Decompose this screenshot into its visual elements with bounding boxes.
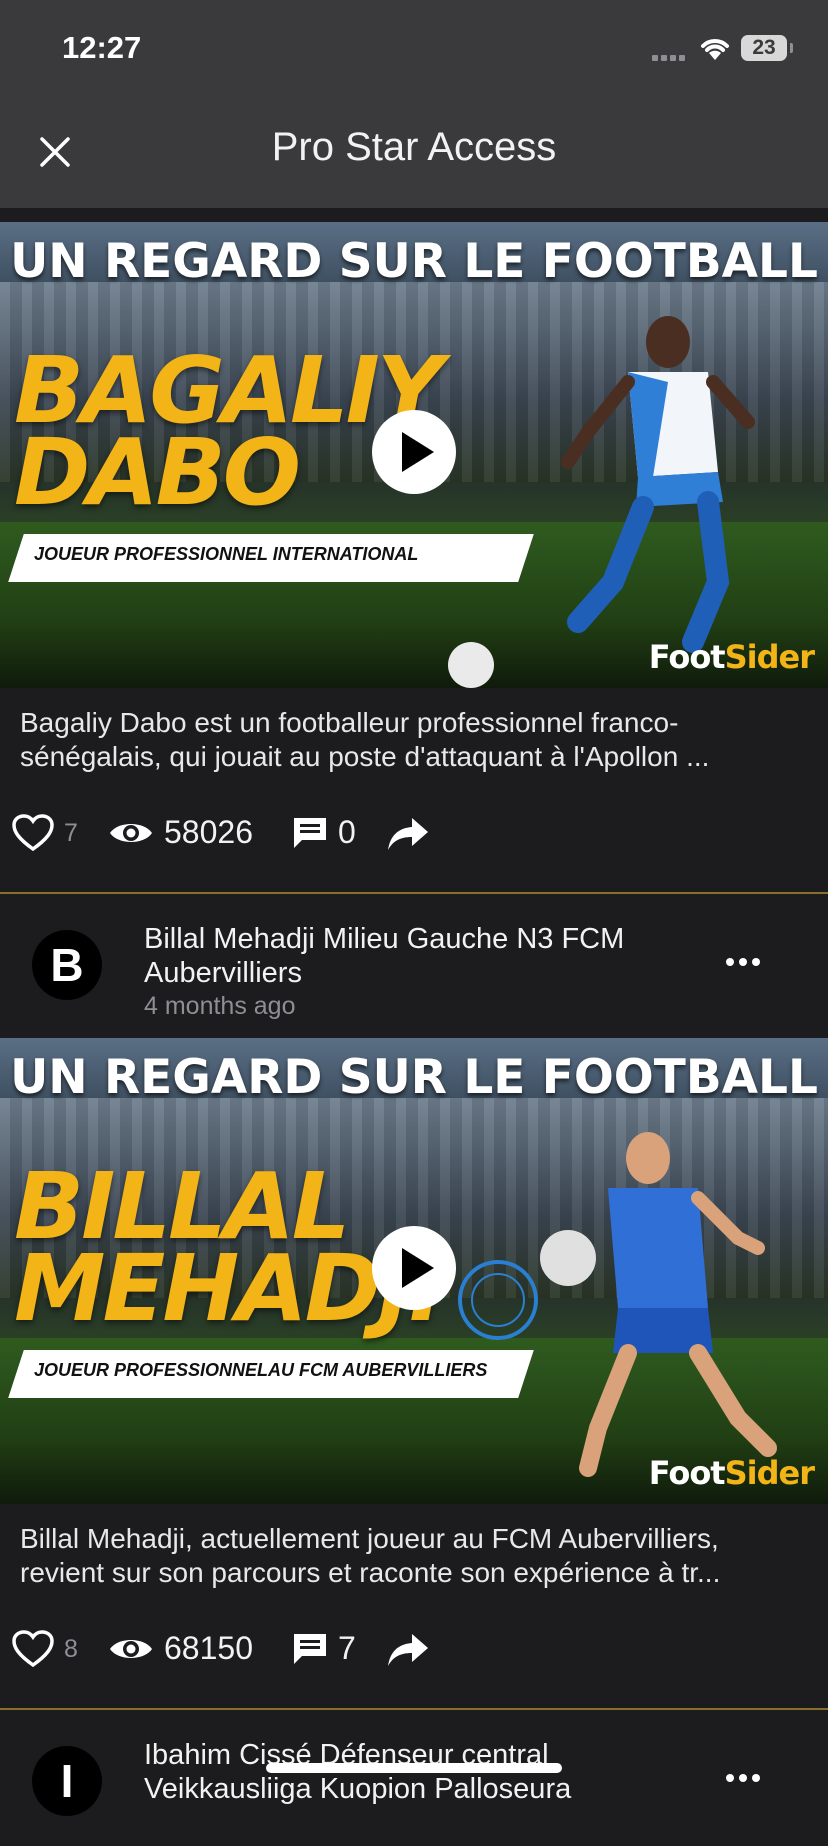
avatar[interactable]: I bbox=[32, 1746, 102, 1816]
post-description[interactable]: Bagaliy Dabo est un footballeur professi… bbox=[20, 706, 810, 774]
views: 58026 bbox=[108, 814, 253, 851]
soccer-ball-icon bbox=[448, 642, 494, 688]
home-indicator[interactable] bbox=[266, 1763, 562, 1773]
share-button[interactable] bbox=[386, 1630, 430, 1670]
battery-icon: 23 bbox=[741, 35, 787, 61]
post-header: I Ibahim Cissé Défenseur central Veikkau… bbox=[0, 1716, 828, 1846]
status-bar: 12:27 23 bbox=[0, 0, 828, 95]
role-label: JOUEUR PROFESSIONNELAU FCM AUBERVILLIERS bbox=[34, 1360, 488, 1380]
share-icon bbox=[388, 1634, 428, 1666]
player-illustration bbox=[561, 316, 755, 653]
description-line1: Billal Mehadji, actuellement joueur au F… bbox=[20, 1523, 719, 1554]
like-count: 8 bbox=[64, 1634, 78, 1663]
thumbnail-headline: UN REGARD SUR LE FOOTBALL bbox=[10, 1050, 818, 1105]
footsider-logo: FootSider bbox=[648, 1454, 815, 1492]
heart-icon bbox=[12, 1630, 54, 1668]
post-time: 4 months ago bbox=[144, 992, 296, 1020]
comment-icon bbox=[294, 1633, 326, 1664]
post-author-title[interactable]: Billal Mehadji Milieu Gauche N3 FCM Aube… bbox=[144, 922, 704, 990]
page-title: Pro Star Access bbox=[271, 125, 557, 169]
comment-count: 7 bbox=[338, 1630, 356, 1666]
video-thumbnail[interactable]: UN REGARD SUR LE FOOTBALL BILLAL MEHADJI… bbox=[0, 1038, 828, 1504]
eye-icon bbox=[110, 1639, 152, 1658]
description-line1: Bagaliy Dabo est un footballeur professi… bbox=[20, 707, 679, 738]
role-label: JOUEUR PROFESSIONNEL INTERNATIONAL bbox=[34, 544, 419, 564]
post-actions: 8 68150 7 bbox=[0, 1630, 828, 1690]
comment-button[interactable]: 7 bbox=[292, 1630, 356, 1667]
play-icon bbox=[402, 432, 434, 472]
share-button[interactable] bbox=[386, 814, 430, 854]
like-button[interactable]: 7 bbox=[12, 814, 78, 852]
post-header: B Billal Mehadji Milieu Gauche N3 FCM Au… bbox=[0, 900, 828, 1030]
more-options-icon[interactable] bbox=[726, 1774, 760, 1782]
footsider-logo: FootSider bbox=[648, 638, 815, 676]
eye-icon bbox=[110, 823, 152, 842]
post-divider bbox=[0, 892, 828, 894]
comment-icon bbox=[294, 817, 326, 848]
views: 68150 bbox=[108, 1630, 253, 1667]
post-divider bbox=[0, 1708, 828, 1710]
like-count: 7 bbox=[64, 818, 78, 847]
more-options-icon[interactable] bbox=[726, 958, 760, 966]
heart-icon bbox=[12, 814, 54, 852]
battery-tip bbox=[790, 43, 793, 53]
avatar[interactable]: B bbox=[32, 930, 102, 1000]
status-time: 12:27 bbox=[62, 30, 142, 65]
comment-count: 0 bbox=[338, 814, 356, 850]
view-count: 68150 bbox=[164, 1630, 253, 1666]
video-thumbnail[interactable]: UN REGARD SUR LE FOOTBALL BAGALIY DABO J… bbox=[0, 222, 828, 688]
post-description[interactable]: Billal Mehadji, actuellement joueur au F… bbox=[20, 1522, 810, 1590]
play-icon bbox=[402, 1248, 434, 1288]
play-button[interactable] bbox=[372, 410, 456, 494]
like-button[interactable]: 8 bbox=[12, 1630, 78, 1668]
post-actions: 7 58026 0 bbox=[0, 814, 828, 874]
view-count: 58026 bbox=[164, 814, 253, 850]
comment-button[interactable]: 0 bbox=[292, 814, 356, 851]
player-illustration bbox=[540, 1132, 777, 1477]
wifi-icon bbox=[701, 39, 729, 60]
fcm-badge-icon bbox=[458, 1260, 538, 1340]
play-button[interactable] bbox=[372, 1226, 456, 1310]
description-line2: sénégalais, qui jouait au poste d'attaqu… bbox=[20, 741, 710, 772]
cellular-signal-icon bbox=[652, 55, 685, 61]
nav-bar: Pro Star Access bbox=[0, 95, 828, 208]
description-line2: revient sur son parcours et raconte son … bbox=[20, 1557, 721, 1588]
thumbnail-headline: UN REGARD SUR LE FOOTBALL bbox=[10, 234, 818, 289]
share-icon bbox=[388, 818, 428, 850]
